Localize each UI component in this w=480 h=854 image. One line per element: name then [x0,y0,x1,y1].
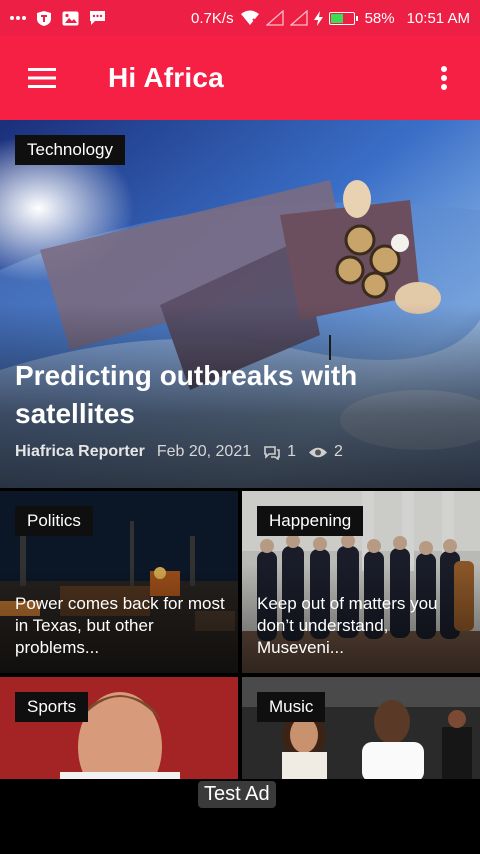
battery-percent: 58% [364,9,395,27]
article-title: Keep out of matters you don’t understand… [257,594,438,657]
hamburger-menu-icon [28,68,56,88]
article-card-politics[interactable]: Politics Power comes back for most in Te… [0,491,238,673]
app-bar: Hi Africa [0,36,480,120]
clock: 10:51 AM [406,9,470,27]
comment-count-value: 1 [287,443,297,460]
status-bar: 0.7K/s 58% 10:51 AM [0,0,480,36]
message-icon [89,10,106,26]
more-dots-icon [10,15,26,21]
battery-level [330,13,344,23]
shield-icon [36,10,52,27]
article-card-music[interactable]: Music [242,677,480,779]
view-count: 2 [308,443,343,461]
charging-icon [313,10,323,26]
network-speed: 0.7K/s [191,9,234,27]
image-icon [62,11,79,26]
menu-button[interactable] [0,36,84,120]
featured-article[interactable]: Technology Predicting outbreaks with sat… [0,120,480,488]
category-tag[interactable]: Technology [15,135,126,165]
category-tag[interactable]: Happening [257,506,364,536]
comment-icon [264,445,280,460]
view-count-value: 2 [334,443,343,460]
signal-icon [265,10,284,26]
overflow-menu-button[interactable] [408,36,480,120]
author-name: Hiafrica Reporter [15,443,145,460]
comment-count: 1 [263,443,296,461]
category-tag[interactable]: Sports [15,692,89,722]
article-title: Power comes back for most in Texas, but … [15,594,225,657]
more-vert-icon [441,66,447,90]
article-card-happening[interactable]: Happening Keep out of matters you don’t … [242,491,480,673]
publish-date: Feb 20, 2021 [156,443,252,460]
ad-banner[interactable]: Test Ad [0,779,480,854]
ad-label: Test Ad [198,781,276,808]
battery-icon [328,11,358,25]
category-tag[interactable]: Music [257,692,326,722]
wifi-icon [240,10,260,26]
article-card-sports[interactable]: Sports [0,677,238,779]
featured-title: Predicting outbreaks with satellites [15,360,358,429]
app-title: Hi Africa [108,62,224,93]
signal-icon [289,10,308,26]
featured-meta: Hiafrica Reporter Feb 20, 2021 1 2 [15,443,343,461]
eye-icon [309,447,328,457]
category-tag[interactable]: Politics [15,506,93,536]
